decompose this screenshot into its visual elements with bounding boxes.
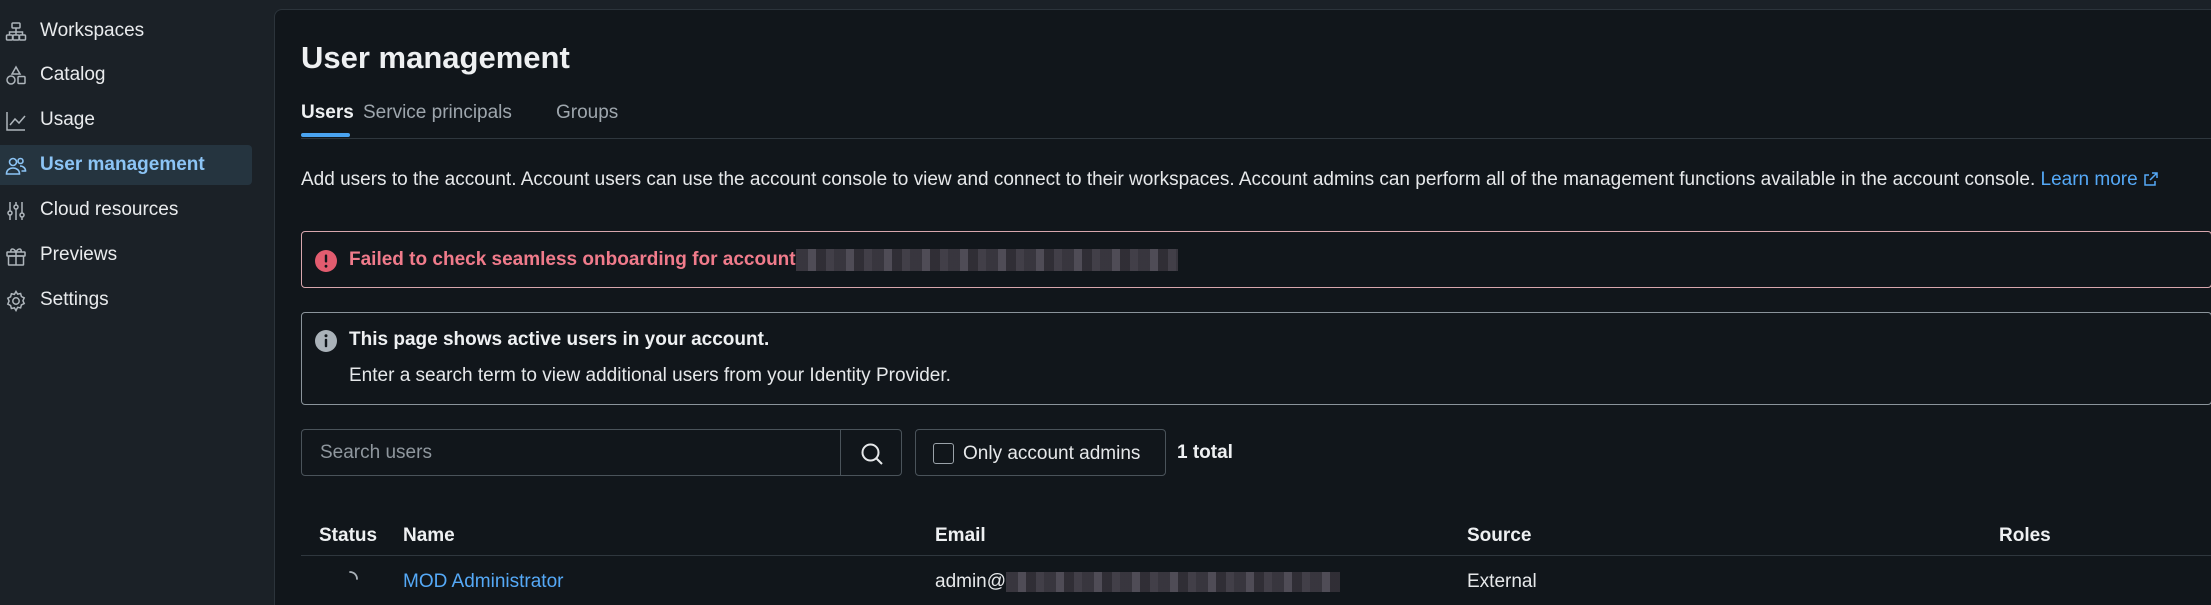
table-header: Status Name Email Source Roles — [301, 510, 2211, 556]
users-icon — [5, 155, 27, 177]
search-icon — [861, 443, 883, 465]
sidebar-item-label: Cloud resources — [40, 199, 179, 220]
page-description: Add users to the account. Account users … — [301, 169, 2159, 191]
search-input[interactable] — [301, 429, 841, 476]
sidebar-item-workspaces[interactable]: Workspaces — [0, 11, 252, 51]
learn-more-label: Learn more — [2040, 169, 2138, 190]
catalog-icon — [5, 65, 27, 87]
only-account-admins-label: Only account admins — [963, 443, 1141, 464]
column-header-status[interactable]: Status — [319, 525, 377, 547]
info-alert-title: This page shows active users in your acc… — [349, 329, 770, 350]
column-header-source[interactable]: Source — [1467, 525, 1531, 547]
sidebar-item-label: Settings — [40, 289, 109, 310]
table-row: MOD Administrator admin@ External — [301, 556, 2211, 605]
info-alert-body: Enter a search term to view additional u… — [349, 365, 951, 386]
redacted-email-domain — [1006, 571, 1341, 592]
sidebar-item-label: Usage — [40, 109, 95, 130]
app-root: Workspaces Catalog Usage User management… — [0, 0, 2211, 605]
sidebar-item-label: Catalog — [40, 64, 106, 85]
error-message: Failed to check seamless onboarding for … — [349, 249, 1178, 271]
gear-icon — [5, 290, 27, 313]
sidebar-item-label: Workspaces — [40, 20, 145, 41]
cloud-resources-icon — [5, 200, 27, 222]
workspaces-icon — [5, 21, 27, 43]
sidebar-item-usage[interactable]: Usage — [0, 100, 252, 140]
only-account-admins-checkbox[interactable] — [933, 443, 954, 464]
learn-more-link[interactable]: Learn more — [2041, 169, 2159, 190]
sidebar-item-label: Previews — [40, 244, 118, 265]
sidebar-item-settings[interactable]: Settings — [0, 280, 252, 320]
error-icon — [314, 249, 338, 273]
user-source: External — [1467, 571, 1537, 592]
sidebar-item-previews[interactable]: Previews — [0, 235, 252, 275]
active-tab-indicator — [301, 133, 350, 137]
usage-chart-icon — [5, 110, 27, 132]
tab-groups[interactable]: Groups — [556, 102, 618, 124]
description-text: Add users to the account. Account users … — [301, 169, 2036, 190]
sidebar-item-cloud-resources[interactable]: Cloud resources — [0, 190, 252, 230]
user-email: admin@ — [935, 571, 1341, 593]
info-alert: This page shows active users in your acc… — [301, 312, 2211, 405]
user-name-link[interactable]: MOD Administrator — [403, 571, 563, 593]
only-account-admins-filter[interactable]: Only account admins — [915, 429, 1166, 476]
sidebar-item-label: User management — [40, 154, 205, 175]
total-count: 1 total — [1177, 442, 1233, 463]
page-title: User management — [301, 40, 570, 75]
external-link-icon — [2144, 172, 2158, 186]
user-email-prefix: admin@ — [935, 571, 1007, 592]
error-alert: Failed to check seamless onboarding for … — [301, 231, 2211, 288]
tab-users[interactable]: Users — [301, 102, 354, 124]
sidebar: Workspaces Catalog Usage User management… — [0, 0, 274, 605]
gift-icon — [5, 245, 27, 267]
error-message-text: Failed to check seamless onboarding for … — [349, 249, 796, 271]
tab-service-principals[interactable]: Service principals — [363, 102, 512, 124]
info-icon — [314, 329, 338, 353]
main-panel: User management Users Service principals… — [274, 9, 2211, 605]
tab-bar: Users Service principals Groups — [301, 94, 2211, 139]
loading-spinner-icon — [349, 571, 358, 580]
column-header-name[interactable]: Name — [403, 525, 455, 547]
column-header-roles[interactable]: Roles — [1999, 525, 2051, 547]
column-header-email[interactable]: Email — [935, 525, 986, 547]
search-button[interactable] — [840, 429, 902, 476]
sidebar-item-catalog[interactable]: Catalog — [0, 55, 252, 95]
redacted-account-id — [795, 249, 1178, 271]
sidebar-item-user-management[interactable]: User management — [0, 145, 252, 185]
